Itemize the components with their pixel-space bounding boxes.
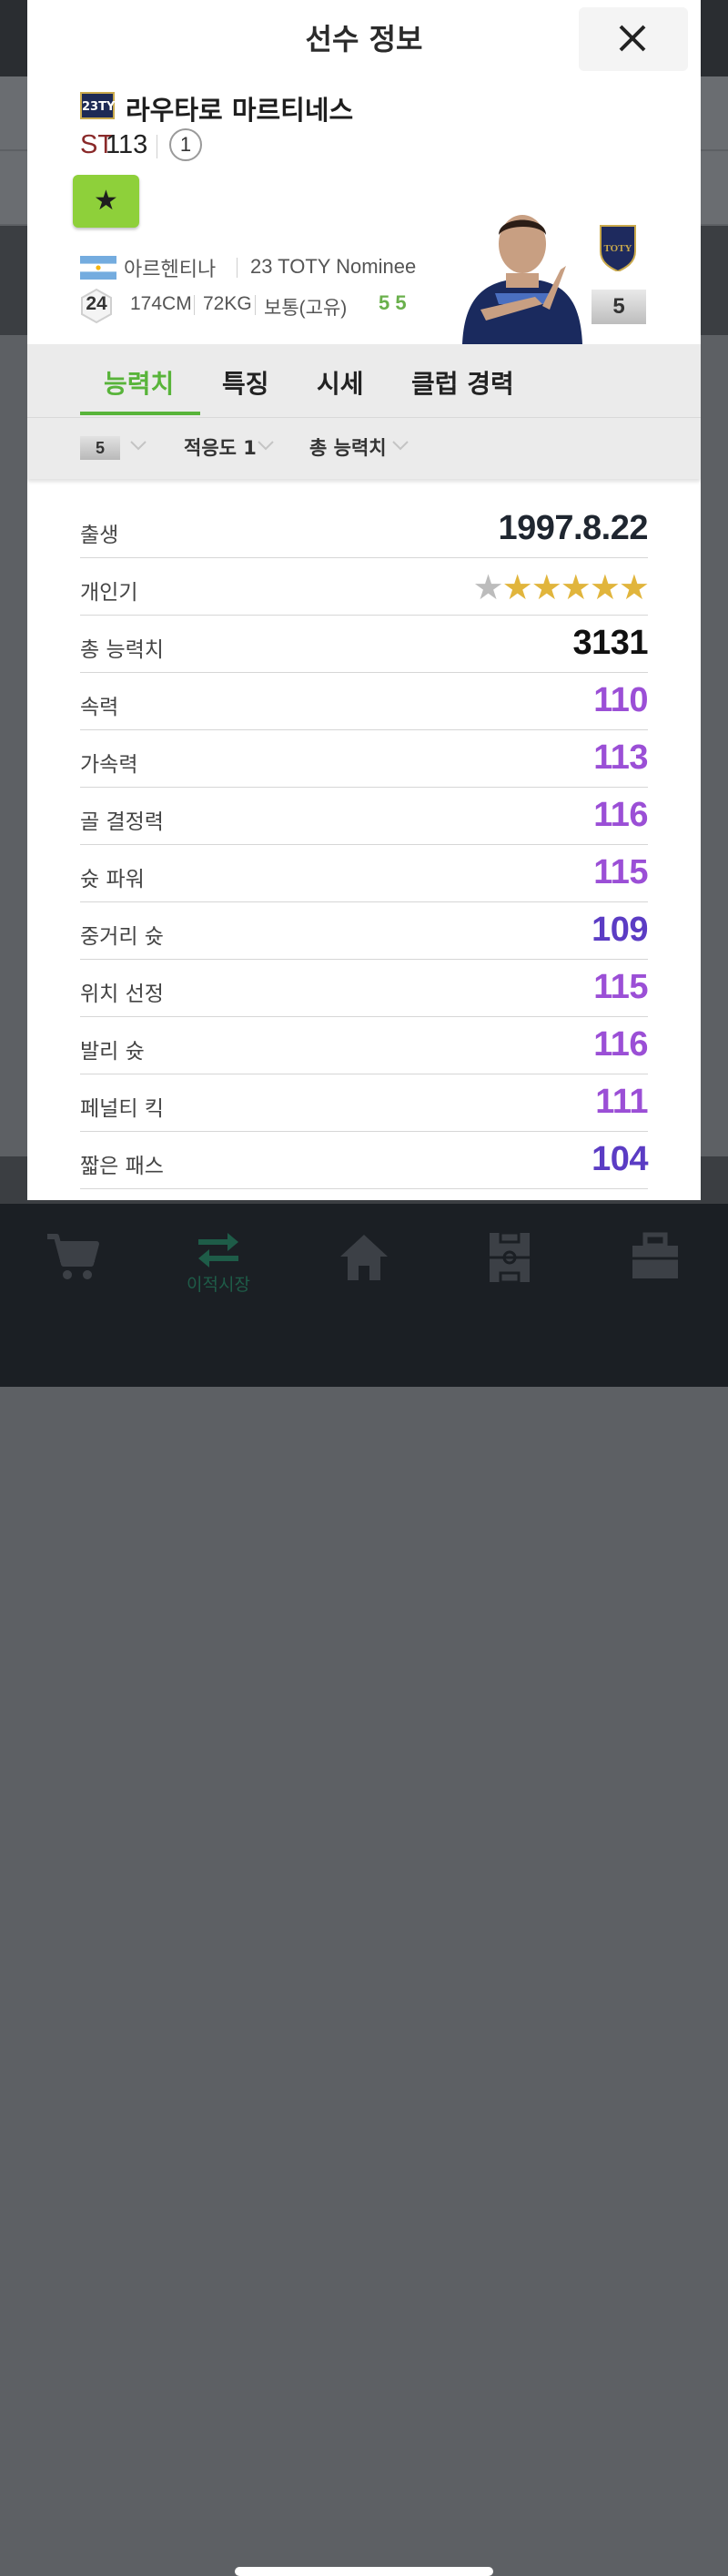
player-age: 24 <box>86 293 107 314</box>
home-icon <box>340 1235 388 1280</box>
toty-crest-icon: TOTY <box>600 225 636 271</box>
stat-label: 골 결정력 <box>80 810 164 834</box>
stat-value: 110 <box>593 681 648 719</box>
stat-row-birth: 출생 1997.8.22 <box>80 501 648 558</box>
stat-row: 짧은 패스 104 <box>80 1132 648 1189</box>
level-select[interactable]: 5 <box>80 436 120 460</box>
tab-home[interactable] <box>291 1231 437 1282</box>
player-name: 라우타로 마르티네스 <box>126 95 354 126</box>
player-info-modal: 선수 정보 23TY 라우타로 마르티네스 ST 113 1 ★ 아르헨티나 2… <box>27 0 701 1200</box>
player-overall: 113 <box>106 130 148 159</box>
sort-select[interactable]: 총 능력치 <box>309 433 387 461</box>
divider <box>255 295 256 315</box>
active-tab-indicator <box>80 412 200 415</box>
divider <box>237 258 238 278</box>
stat-row-popularity: 개인기 ★★★★★★ <box>80 558 650 616</box>
stat-value: 116 <box>593 1025 648 1064</box>
stat-label: 속력 <box>80 696 119 719</box>
tab-squad[interactable] <box>437 1231 582 1284</box>
chevron-down-icon <box>258 441 274 451</box>
stat-label: 가속력 <box>80 753 138 777</box>
close-icon <box>619 25 646 52</box>
stat-row: 골 결정력 116 <box>80 788 648 845</box>
tab-transfer-market[interactable]: 이적시장 <box>146 1231 291 1296</box>
chevron-down-icon <box>392 441 409 451</box>
player-photo <box>462 215 582 344</box>
stat-value: 115 <box>593 853 648 891</box>
stat-value: 113 <box>593 738 648 777</box>
stat-label: 중거리 슛 <box>80 925 164 949</box>
cart-icon <box>47 1234 99 1279</box>
tab-club-history[interactable]: 클럽 경력 <box>411 364 514 401</box>
star-empty-icon: ★ <box>472 567 504 607</box>
adaptation-select[interactable]: 적응도 1 <box>184 433 257 461</box>
star-filled-icon: ★ <box>531 567 562 607</box>
star-filled-icon: ★ <box>589 567 621 607</box>
rank-badge: 1 <box>169 128 202 161</box>
stat-label: 페널티 킥 <box>80 1097 164 1121</box>
stat-label: 발리 슛 <box>80 1040 145 1064</box>
star-filled-icon: ★ <box>618 567 650 607</box>
divider <box>27 417 701 418</box>
stat-value: 3131 <box>572 624 648 662</box>
star-filled-icon: ★ <box>560 567 592 607</box>
tab-cart[interactable] <box>0 1231 146 1282</box>
stat-label: 개인기 <box>80 581 138 605</box>
home-indicator <box>235 2567 493 2576</box>
stat-label: 출생 <box>80 524 119 547</box>
tab-label: 이적시장 <box>187 1275 250 1295</box>
player-foot-rating: 5 5 <box>379 291 407 314</box>
stat-label: 총 능력치 <box>80 638 164 662</box>
stat-label: 위치 선정 <box>80 983 164 1006</box>
stat-value: 104 <box>592 1140 648 1178</box>
locker-icon <box>632 1232 678 1278</box>
favorite-star-button[interactable]: ★ <box>73 175 139 228</box>
stats-tab-header: 능력치 특징 시세 클럽 경력 5 적응도 1 총 능력치 <box>27 344 701 479</box>
stat-row-total: 총 능력치 3131 <box>80 616 648 673</box>
tab-locker[interactable] <box>582 1231 728 1280</box>
stat-value: 109 <box>592 911 648 949</box>
player-body-type: 보통(고유) <box>264 298 348 319</box>
stat-row: 위치 선정 115 <box>80 960 648 1017</box>
stat-value: 111 <box>595 1083 648 1121</box>
stat-value: 115 <box>593 968 648 1006</box>
tab-price[interactable]: 시세 <box>317 364 364 401</box>
stat-row: 발리 슛 116 <box>80 1017 648 1074</box>
stat-row: 속력 110 <box>80 673 648 730</box>
stat-row: 페널티 킥 111 <box>80 1074 648 1132</box>
star-filled-icon: ★ <box>501 567 533 607</box>
transfer-icon <box>198 1233 238 1268</box>
stat-label: 짧은 패스 <box>80 1155 164 1178</box>
argentina-flag-icon <box>80 256 116 280</box>
player-nation: 아르헨티나 <box>124 259 217 281</box>
player-weight: 72KG <box>203 293 252 314</box>
chevron-down-icon <box>130 441 147 451</box>
stat-row: 중거리 슛 109 <box>80 902 648 960</box>
stat-row: 가속력 113 <box>80 730 648 788</box>
player-season-name: 23 TOTY Nominee <box>250 255 417 278</box>
stat-row: 슛 파워 115 <box>80 845 648 902</box>
enhance-level-badge: 5 <box>592 290 646 324</box>
stats-list: 출생 1997.8.22 개인기 ★★★★★★ 총 능력치 3131 속력 11… <box>80 501 650 1189</box>
stat-label: 슛 파워 <box>80 868 145 891</box>
bottom-tab-bar: 이적시장 <box>0 1204 728 2576</box>
tab-stats[interactable]: 능력치 <box>104 364 174 401</box>
crest-text: TOTY <box>604 243 632 254</box>
stat-value: 116 <box>593 796 648 834</box>
divider <box>194 295 195 315</box>
popularity-stars: ★★★★★★ <box>472 567 650 607</box>
player-height: 174CM <box>130 293 192 314</box>
close-button[interactable] <box>579 7 688 71</box>
season-badge: 23TY <box>80 92 115 119</box>
stat-value: 1997.8.22 <box>498 509 648 547</box>
pitch-icon <box>490 1231 530 1284</box>
tab-traits[interactable]: 특징 <box>222 364 269 401</box>
